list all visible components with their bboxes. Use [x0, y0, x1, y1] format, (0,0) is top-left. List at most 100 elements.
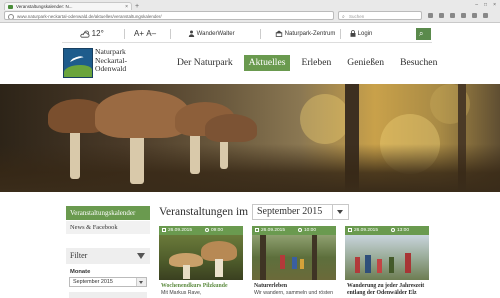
nav-besuchen[interactable]: Besuchen — [395, 55, 442, 71]
site-search-button[interactable]: ⌕ — [416, 28, 431, 40]
person-figure — [292, 257, 297, 269]
event-date: 26.09.2015 — [261, 228, 286, 233]
event-image — [159, 235, 243, 280]
window-buttons: – □ × — [475, 2, 496, 9]
clock-icon — [391, 228, 395, 232]
event-image — [252, 235, 336, 280]
nav-geniessen[interactable]: Genießen — [342, 55, 389, 71]
event-image — [345, 235, 429, 280]
month-filter-select[interactable]: September 2015 — [69, 277, 147, 287]
event-card-header: 26.09.2015 13:00 — [345, 226, 429, 235]
filter-header: Filter — [66, 248, 150, 264]
nav-erleben[interactable]: Erleben — [296, 55, 336, 71]
event-subtitle: Mit Markus Rave, — [161, 290, 202, 296]
month-select-value: September 2015 — [257, 206, 323, 217]
browser-search-input[interactable]: ⌕ Suchen — [338, 11, 422, 20]
temperature: 12° — [91, 29, 104, 38]
person-figure — [405, 253, 411, 273]
event-subtitle: Wir wandern, sammeln und rösten — [254, 290, 333, 296]
event-card-header: 26.09.2015 09:00 — [159, 226, 243, 235]
event-date: 26.09.2015 — [354, 228, 379, 233]
cloud-sun-icon — [80, 30, 90, 38]
bokeh-light — [300, 94, 350, 144]
month-filter-value: September 2015 — [73, 279, 113, 285]
logo-hill — [64, 65, 92, 77]
magnifier-icon: ⌕ — [342, 14, 345, 20]
address-bar[interactable]: www.naturpark-neckartal-odenwald.de/aktu… — [4, 11, 334, 20]
mushroom-stem — [215, 259, 223, 277]
wanderwalter-link[interactable]: WanderWalter — [188, 27, 235, 41]
person-figure — [377, 259, 382, 273]
browser-chrome: Veranstaltungskalender: N... × + – □ × w… — [0, 0, 500, 23]
event-title[interactable]: Wochenendkurs Pilzkunde — [161, 283, 243, 290]
mushroom-cap — [205, 114, 257, 142]
divider — [260, 29, 261, 39]
event-time: 13:00 — [397, 228, 410, 233]
event-card[interactable]: 26.09.2015 10:00 Naturerleben Wir wander… — [252, 226, 336, 298]
font-size-controls: A+ A– — [134, 27, 156, 41]
divider — [62, 42, 432, 43]
wanderwalter-label: WanderWalter — [196, 31, 235, 37]
mushroom-cap — [201, 241, 237, 261]
utility-bar: 12° A+ A– WanderWalter Naturpark-Zentrum… — [62, 27, 432, 41]
event-title[interactable]: Wanderung zu jeder Jahreszeit entlang de… — [347, 283, 429, 297]
event-card-header: 26.09.2015 10:00 — [252, 226, 336, 235]
url-text: www.naturpark-neckartal-odenwald.de/aktu… — [17, 14, 162, 19]
minimize-button[interactable]: – — [475, 2, 478, 9]
naturpark-zentrum-link[interactable]: Naturpark-Zentrum — [275, 27, 335, 41]
person-figure — [355, 257, 360, 273]
divider — [124, 29, 125, 39]
toolbar-icons — [428, 11, 488, 20]
close-window-button[interactable]: × — [493, 2, 496, 9]
globe-icon — [8, 14, 14, 19]
event-date: 26.09.2015 — [168, 228, 193, 233]
month-select[interactable]: September 2015 — [252, 204, 349, 220]
tree-trunk — [312, 235, 317, 280]
sidebar-item-news-facebook[interactable]: News & Facebook — [66, 221, 150, 234]
logo-river — [69, 54, 85, 66]
person-figure — [389, 257, 394, 273]
person-figure — [300, 259, 304, 269]
home-icon[interactable] — [461, 13, 466, 18]
maximize-button[interactable]: □ — [484, 2, 487, 9]
building-icon — [275, 30, 283, 37]
nav-aktuelles[interactable]: Aktuelles — [243, 55, 291, 71]
calendar-icon — [255, 228, 259, 232]
pocket-icon[interactable] — [472, 13, 477, 18]
logo-line-3: Odenwald — [95, 64, 127, 74]
browser-tab[interactable]: Veranstaltungskalender: N... × — [4, 2, 132, 10]
menu-icon[interactable] — [483, 13, 488, 18]
font-smaller-button[interactable]: A– — [146, 29, 156, 38]
font-larger-button[interactable]: A+ — [134, 29, 144, 38]
login-label: Login — [357, 31, 373, 37]
bookmark-star-icon[interactable] — [428, 13, 433, 18]
chevron-down-icon — [332, 205, 348, 219]
event-card[interactable]: 26.09.2015 09:00 Wochenendkurs Pilzkunde… — [159, 226, 243, 298]
month-filter-label: Monate — [70, 269, 91, 275]
search-icon: ⌕ — [419, 29, 424, 38]
login-link[interactable]: Login — [350, 27, 372, 41]
event-time: 10:00 — [304, 228, 317, 233]
tab-close-icon[interactable]: × — [125, 3, 128, 10]
divider — [170, 29, 171, 39]
nav-der-naturpark[interactable]: Der Naturpark — [172, 55, 238, 71]
clock-icon — [298, 228, 302, 232]
naturpark-logo[interactable] — [63, 48, 93, 78]
reading-list-icon[interactable] — [439, 13, 444, 18]
calendar-icon — [162, 228, 166, 232]
download-icon[interactable] — [450, 13, 455, 18]
funnel-icon[interactable] — [137, 253, 145, 259]
sidebar-item-veranstaltungskalender[interactable]: Veranstaltungskalender — [66, 206, 150, 220]
filter-next-section — [69, 292, 147, 298]
lock-icon — [350, 30, 356, 37]
calendar-icon — [348, 228, 352, 232]
browser-search-placeholder: Suchen — [349, 14, 365, 19]
new-tab-button[interactable]: + — [135, 3, 139, 10]
clock-icon — [205, 228, 209, 232]
page-title: Veranstaltungen im — [159, 206, 249, 218]
chevron-down-icon — [136, 278, 146, 286]
logo-text[interactable]: Naturpark Neckartal- Odenwald — [95, 47, 127, 74]
event-card[interactable]: 26.09.2015 13:00 Wanderung zu jeder Jahr… — [345, 226, 429, 298]
tree-trunk — [260, 235, 266, 280]
event-title[interactable]: Naturerleben — [254, 283, 336, 290]
